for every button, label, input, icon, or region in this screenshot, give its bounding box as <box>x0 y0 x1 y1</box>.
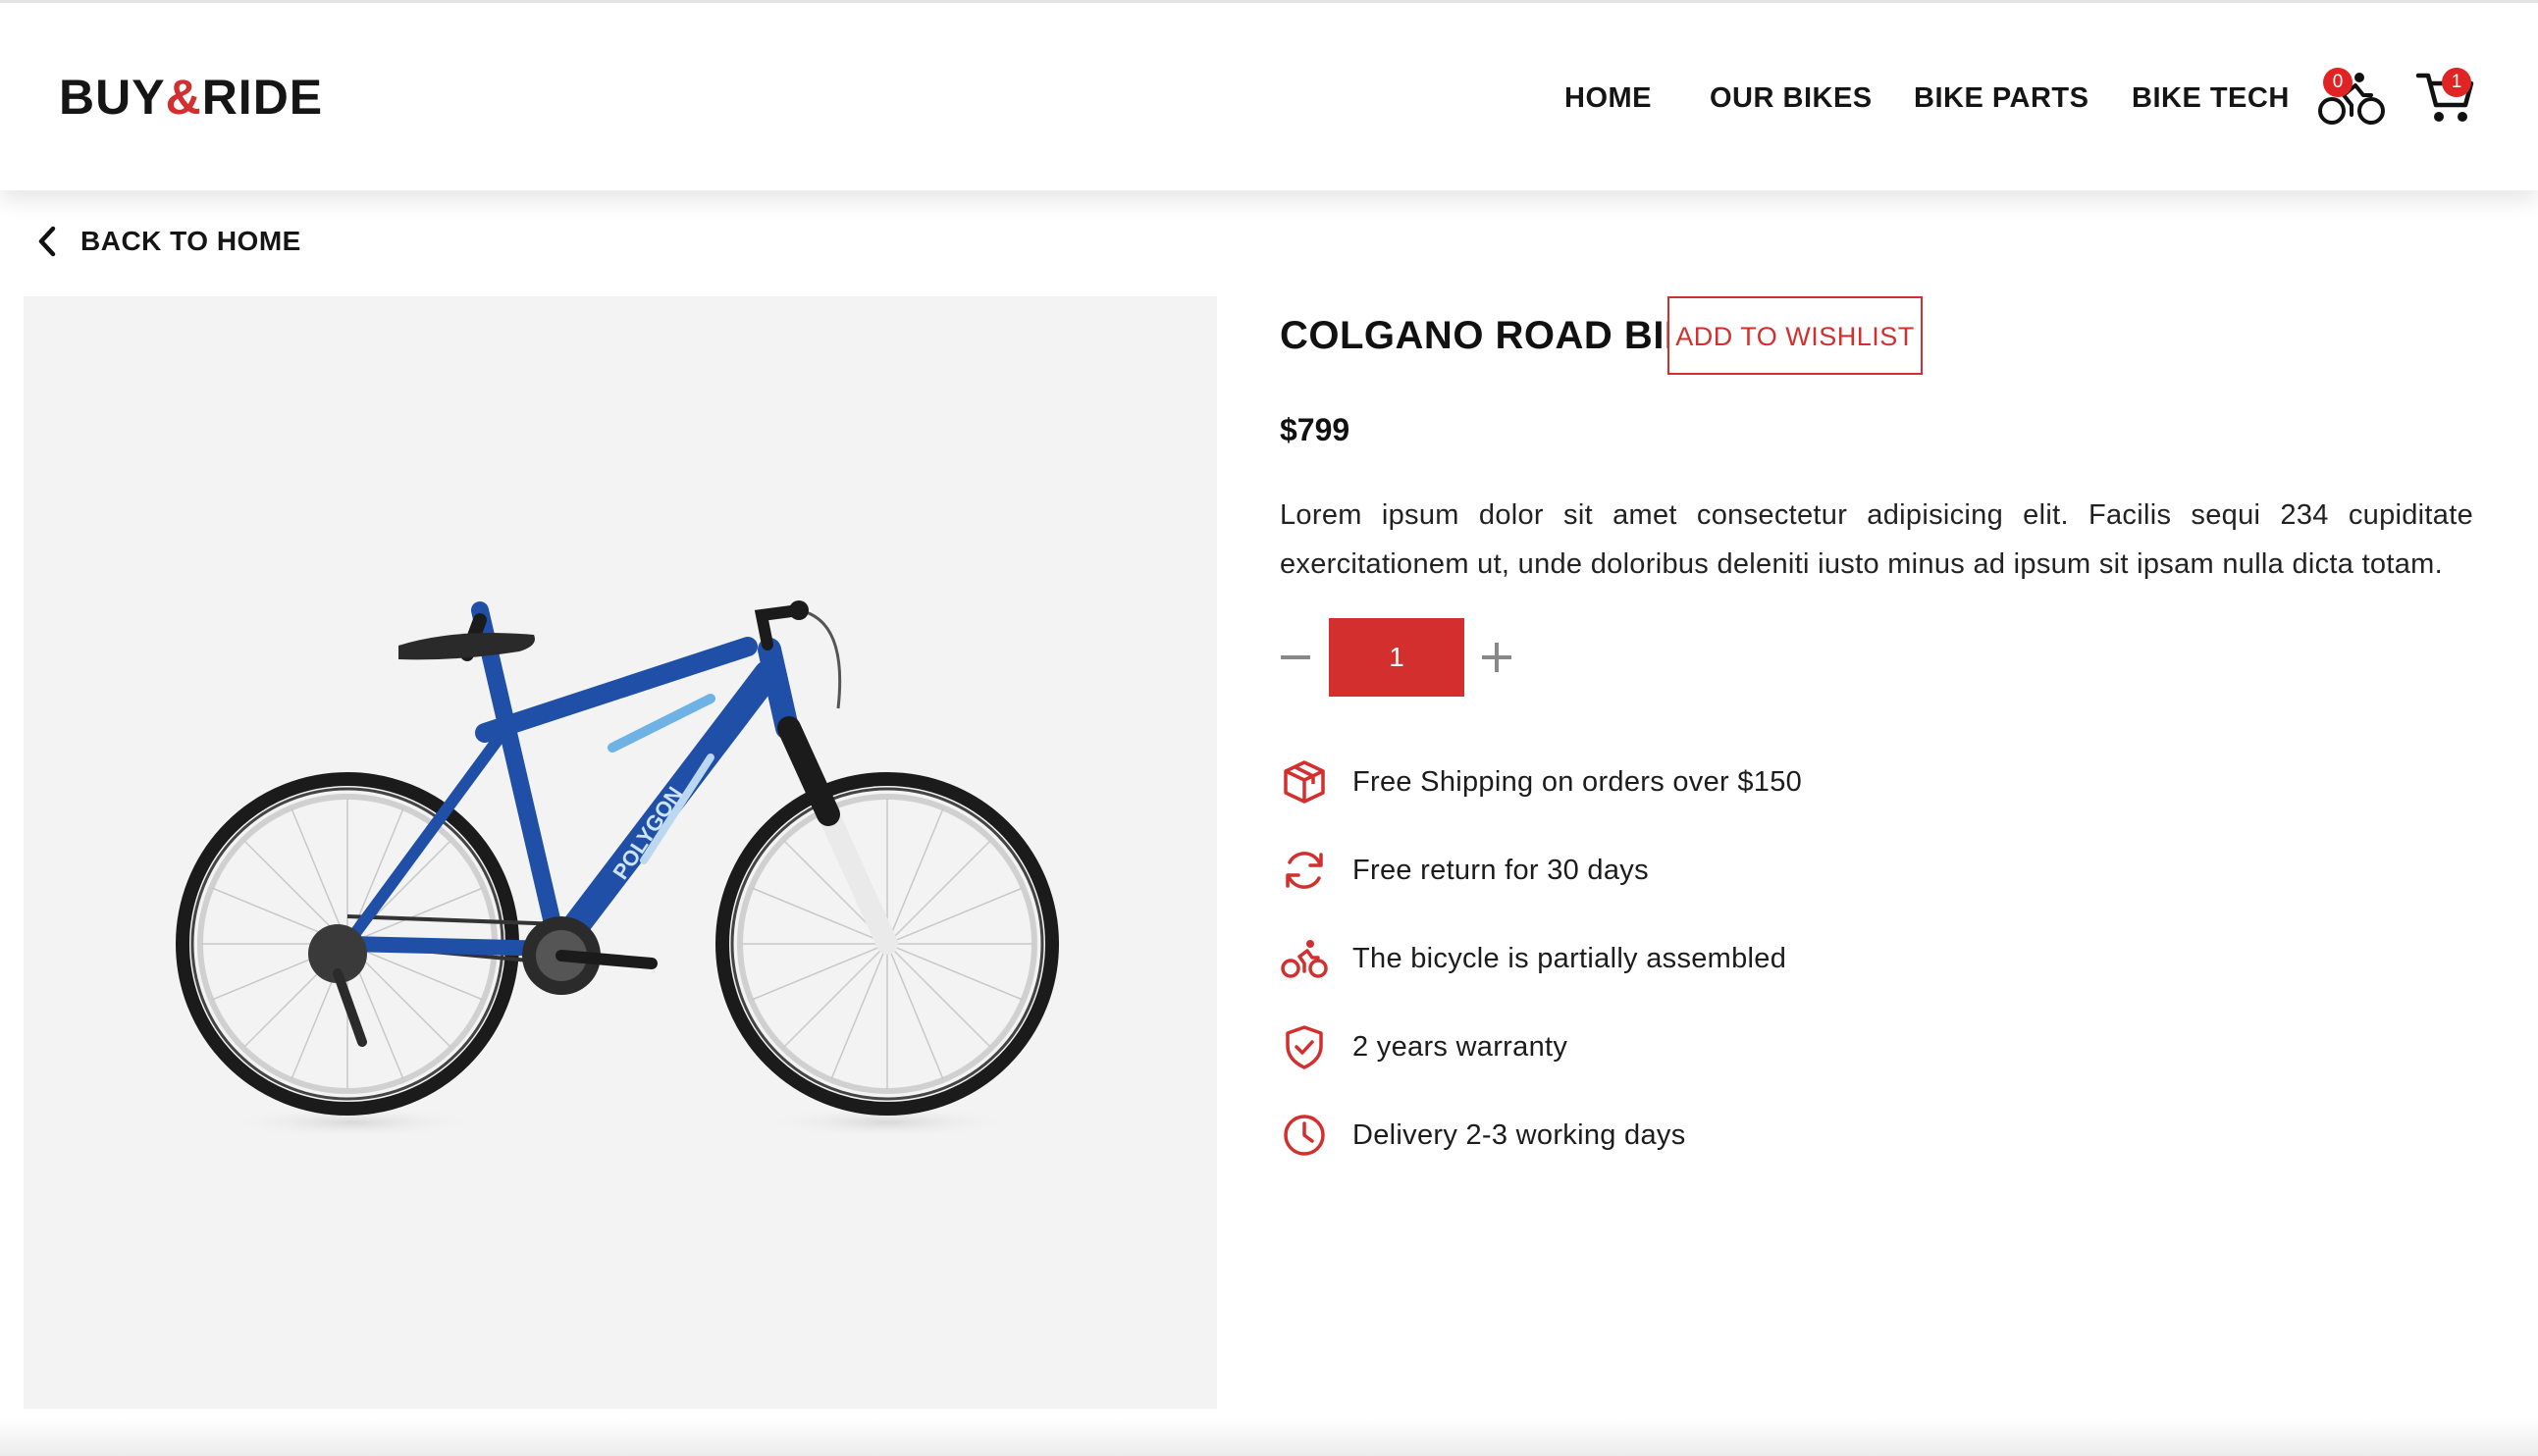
site-header: BUY&RIDE HOME OUR BIKES BIKE PARTS BIKE … <box>0 0 2538 190</box>
nav-our-bikes[interactable]: OUR BIKES <box>1710 74 1873 123</box>
cart-count-badge: 1 <box>2442 68 2471 97</box>
logo-ampersand: & <box>165 70 202 125</box>
logo-text-right: RIDE <box>201 70 324 125</box>
logo-text-left: BUY <box>59 70 166 125</box>
feature-free-return: Free return for 30 days <box>1280 844 1967 897</box>
feature-text: Free Shipping on orders over $150 <box>1352 765 1803 798</box>
feature-free-shipping: Free Shipping on orders over $150 <box>1280 755 1967 808</box>
product-image: POLYGON <box>24 296 1217 1409</box>
chevron-left-icon <box>38 226 56 257</box>
feature-text: Delivery 2-3 working days <box>1352 1118 1686 1151</box>
quantity-decrease-button[interactable] <box>1277 630 1316 685</box>
feature-text: 2 years warranty <box>1352 1030 1568 1063</box>
product-description: Lorem ipsum dolor sit amet consectetur a… <box>1280 499 2473 580</box>
feature-text: The bicycle is partially assembled <box>1352 942 1787 974</box>
package-icon <box>1284 760 1325 804</box>
feature-assembled: The bicycle is partially assembled <box>1280 932 1967 985</box>
feature-delivery: Delivery 2-3 working days <box>1280 1109 1967 1162</box>
page-bottom-edge <box>0 1419 2538 1456</box>
product-title: COLGANO ROAD BIKE <box>1280 314 1720 357</box>
add-to-wishlist-button[interactable]: ADD TO WISHLIST <box>1667 296 1923 375</box>
bike-brand-text: POLYGON <box>608 782 687 884</box>
logo[interactable]: BUY&RIDE <box>59 68 323 127</box>
bicycle-photo: POLYGON <box>176 600 1059 1138</box>
bike-frame <box>340 601 799 962</box>
bicycle-icon <box>1281 940 1328 978</box>
nav-bike-parts[interactable]: BIKE PARTS <box>1914 74 2089 123</box>
product-price: $799 <box>1280 412 1350 447</box>
feature-text: Free return for 30 days <box>1352 854 1649 886</box>
back-to-home-link[interactable]: BACK TO HOME <box>33 220 301 263</box>
refresh-icon <box>1286 852 1323 889</box>
back-to-home-label: BACK TO HOME <box>80 226 301 256</box>
nav-bike-tech[interactable]: BIKE TECH <box>2132 74 2290 123</box>
feature-warranty: 2 years warranty <box>1280 1020 1967 1073</box>
shield-check-icon <box>1286 1025 1323 1069</box>
quantity-increase-button[interactable] <box>1478 630 1517 685</box>
nav-home[interactable]: HOME <box>1564 74 1652 123</box>
quantity-input[interactable] <box>1329 618 1464 697</box>
wishlist-count-badge: 0 <box>2323 68 2353 97</box>
clock-icon <box>1284 1115 1325 1156</box>
